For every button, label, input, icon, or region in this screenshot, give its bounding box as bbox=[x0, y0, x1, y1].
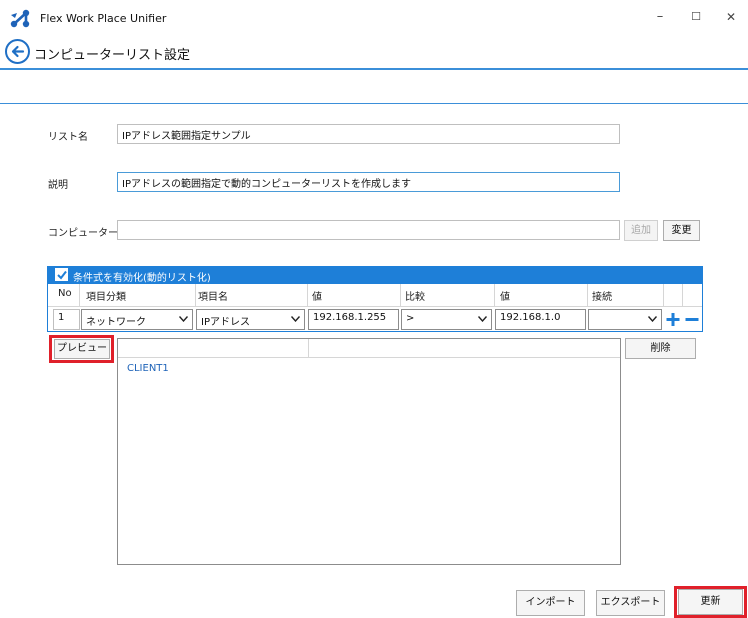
add-computer-button[interactable]: 追加 bbox=[624, 220, 658, 241]
column-separator bbox=[308, 339, 309, 358]
item-value: IPアドレス bbox=[201, 317, 250, 328]
change-computer-button[interactable]: 変更 bbox=[663, 220, 700, 241]
column-header-value2: 値 bbox=[500, 292, 510, 303]
column-header-no: No bbox=[58, 288, 72, 299]
export-button[interactable]: エクスポート bbox=[596, 590, 665, 616]
enable-conditions-label: 条件式を有効化(動的リスト化) bbox=[73, 273, 211, 284]
page-header: コンピューターリスト設定 bbox=[0, 34, 748, 70]
app-logo-icon bbox=[10, 9, 30, 28]
compare-select[interactable]: > bbox=[401, 309, 492, 330]
column-separator bbox=[400, 284, 401, 306]
conditions-enable-bar: 条件式を有効化(動的リスト化) bbox=[47, 266, 703, 284]
enable-conditions-checkbox[interactable] bbox=[55, 268, 68, 281]
chevron-down-icon bbox=[478, 316, 487, 322]
back-button[interactable] bbox=[5, 39, 30, 64]
column-separator bbox=[663, 284, 664, 306]
close-button[interactable]: ✕ bbox=[716, 6, 746, 28]
list-item[interactable]: CLIENT1 bbox=[127, 363, 169, 374]
chevron-down-icon bbox=[291, 316, 300, 322]
conditions-grid: No 項目分類 項目名 値 比較 値 接続 1 ネットワーク IPアドレス 19… bbox=[47, 284, 703, 332]
arrow-left-icon bbox=[11, 45, 25, 58]
computer-name-input[interactable] bbox=[117, 220, 620, 240]
list-name-label: リスト名 bbox=[48, 132, 88, 143]
update-button[interactable]: 更新 bbox=[678, 589, 743, 615]
title-bar: Flex Work Place Unifier – ☐ ✕ bbox=[0, 0, 748, 38]
column-header-value1: 値 bbox=[312, 292, 322, 303]
description-input[interactable] bbox=[117, 172, 620, 192]
description-label: 説明 bbox=[48, 180, 68, 191]
result-list-header bbox=[118, 339, 620, 358]
header-row-divider bbox=[48, 306, 702, 307]
column-separator bbox=[587, 284, 588, 306]
value1-input[interactable]: 192.168.1.255 bbox=[308, 309, 399, 330]
column-separator bbox=[307, 284, 308, 306]
category-select[interactable]: ネットワーク bbox=[81, 309, 193, 330]
preview-button[interactable]: プレビュー bbox=[54, 339, 110, 359]
checkmark-icon bbox=[57, 270, 67, 280]
preview-result-list[interactable]: CLIENT1 bbox=[117, 338, 621, 565]
import-button[interactable]: インポート bbox=[516, 590, 585, 616]
window-title: Flex Work Place Unifier bbox=[40, 12, 167, 25]
maximize-button[interactable]: ☐ bbox=[681, 6, 711, 28]
compare-value: > bbox=[406, 313, 415, 324]
minimize-button[interactable]: – bbox=[645, 6, 675, 28]
column-header-category: 項目分類 bbox=[86, 292, 126, 303]
header-divider bbox=[0, 103, 748, 104]
column-separator bbox=[494, 284, 495, 306]
row-number-cell: 1 bbox=[53, 309, 80, 330]
delete-button[interactable]: 削除 bbox=[625, 338, 696, 359]
minus-icon[interactable] bbox=[684, 311, 700, 328]
column-header-connect: 接続 bbox=[592, 292, 612, 303]
column-separator bbox=[195, 284, 196, 306]
page-title: コンピューターリスト設定 bbox=[34, 48, 191, 63]
category-value: ネットワーク bbox=[86, 317, 146, 328]
connect-select[interactable] bbox=[588, 309, 662, 330]
value2-input[interactable]: 192.168.1.0 bbox=[495, 309, 586, 330]
computer-name-label: コンピューター名 bbox=[48, 228, 128, 239]
column-separator bbox=[682, 284, 683, 306]
plus-icon[interactable] bbox=[665, 311, 681, 328]
column-separator bbox=[79, 284, 80, 306]
item-select[interactable]: IPアドレス bbox=[196, 309, 305, 330]
column-header-compare: 比較 bbox=[405, 292, 425, 303]
chevron-down-icon bbox=[648, 316, 657, 322]
chevron-down-icon bbox=[179, 316, 188, 322]
list-name-input[interactable] bbox=[117, 124, 620, 144]
column-header-item: 項目名 bbox=[198, 292, 228, 303]
